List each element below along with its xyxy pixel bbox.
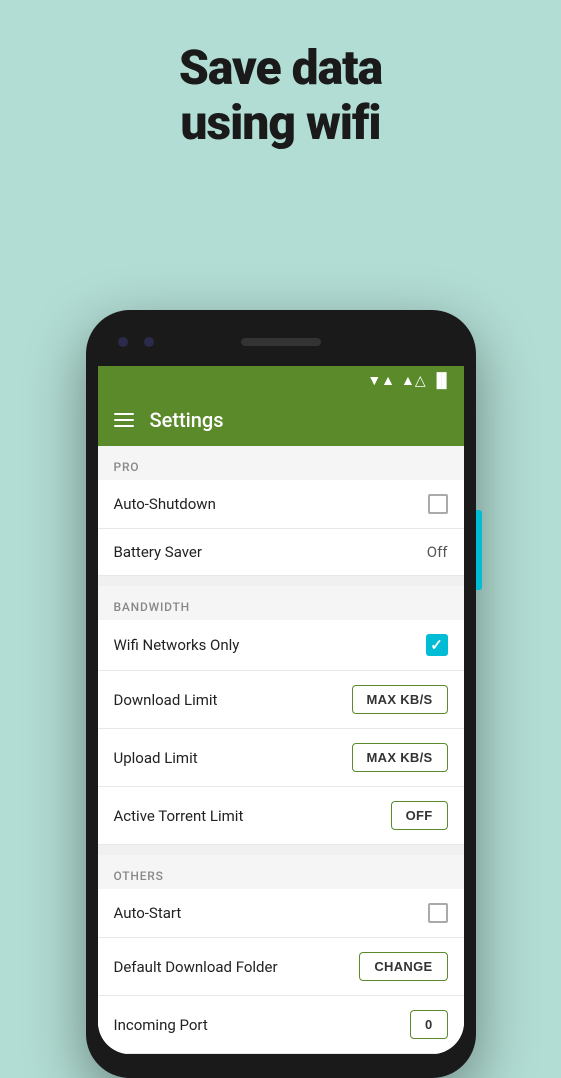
phone-cameras <box>118 337 154 347</box>
section-others: OTHERS Auto-Start Default Download Folde… <box>98 855 464 1054</box>
headline-line1: Save data <box>0 40 561 95</box>
checkbox-auto-shutdown[interactable] <box>428 494 448 514</box>
section-bandwidth: BANDWIDTH Wifi Networks Only Download Li… <box>98 586 464 845</box>
label-download-limit: Download Limit <box>114 691 218 709</box>
divider-2 <box>98 845 464 855</box>
label-wifi-only: Wifi Networks Only <box>114 636 240 654</box>
phone: ▼▲ ▲△ ▐▌ Settings PRO <box>86 310 476 1078</box>
divider-1 <box>98 576 464 586</box>
section-header-others: OTHERS <box>98 855 464 889</box>
label-incoming-port: Incoming Port <box>114 1016 208 1034</box>
label-download-folder: Default Download Folder <box>114 958 278 976</box>
wifi-icon: ▼▲ <box>367 372 395 389</box>
value-battery-saver: Off <box>427 543 448 561</box>
toolbar-title: Settings <box>150 408 224 432</box>
headline-line2: using wifi <box>0 95 561 150</box>
btn-incoming-port[interactable]: 0 <box>410 1010 448 1039</box>
btn-upload-limit[interactable]: MAX KB/S <box>352 743 448 772</box>
row-battery-saver[interactable]: Battery Saver Off <box>98 529 464 576</box>
headline: Save data using wifi <box>0 0 561 150</box>
signal-icon: ▲△ <box>401 372 426 389</box>
row-download-folder[interactable]: Default Download Folder CHANGE <box>98 938 464 996</box>
checkbox-auto-start[interactable] <box>428 903 448 923</box>
row-incoming-port[interactable]: Incoming Port 0 <box>98 996 464 1054</box>
row-wifi-only[interactable]: Wifi Networks Only <box>98 620 464 671</box>
toolbar: Settings <box>98 394 464 446</box>
settings-content: PRO Auto-Shutdown Battery Saver Off <box>98 446 464 1054</box>
row-torrent-limit[interactable]: Active Torrent Limit OFF <box>98 787 464 845</box>
label-auto-shutdown: Auto-Shutdown <box>114 495 216 513</box>
status-icons: ▼▲ ▲△ ▐▌ <box>367 372 451 389</box>
btn-change-folder[interactable]: CHANGE <box>359 952 447 981</box>
checkbox-wifi-only[interactable] <box>426 634 448 656</box>
camera-left <box>118 337 128 347</box>
background: Save data using wifi ▼▲ ▲△ ▐▌ <box>0 0 561 150</box>
section-header-bandwidth: BANDWIDTH <box>98 586 464 620</box>
section-pro: PRO Auto-Shutdown Battery Saver Off <box>98 446 464 576</box>
row-auto-shutdown[interactable]: Auto-Shutdown <box>98 480 464 529</box>
label-upload-limit: Upload Limit <box>114 749 198 767</box>
row-download-limit[interactable]: Download Limit MAX KB/S <box>98 671 464 729</box>
phone-top-bar <box>98 328 464 356</box>
battery-icon: ▐▌ <box>432 372 452 389</box>
camera-right <box>144 337 154 347</box>
status-bar: ▼▲ ▲△ ▐▌ <box>98 366 464 394</box>
hamburger-menu[interactable] <box>114 413 134 427</box>
btn-torrent-limit[interactable]: OFF <box>391 801 448 830</box>
phone-outer: ▼▲ ▲△ ▐▌ Settings PRO <box>86 310 476 1078</box>
row-auto-start[interactable]: Auto-Start <box>98 889 464 938</box>
label-torrent-limit: Active Torrent Limit <box>114 807 244 825</box>
row-upload-limit[interactable]: Upload Limit MAX KB/S <box>98 729 464 787</box>
phone-speaker <box>241 338 321 346</box>
section-header-pro: PRO <box>98 446 464 480</box>
btn-download-limit[interactable]: MAX KB/S <box>352 685 448 714</box>
label-battery-saver: Battery Saver <box>114 543 202 561</box>
label-auto-start: Auto-Start <box>114 904 182 922</box>
screen: ▼▲ ▲△ ▐▌ Settings PRO <box>98 366 464 1054</box>
side-accent <box>476 510 482 590</box>
